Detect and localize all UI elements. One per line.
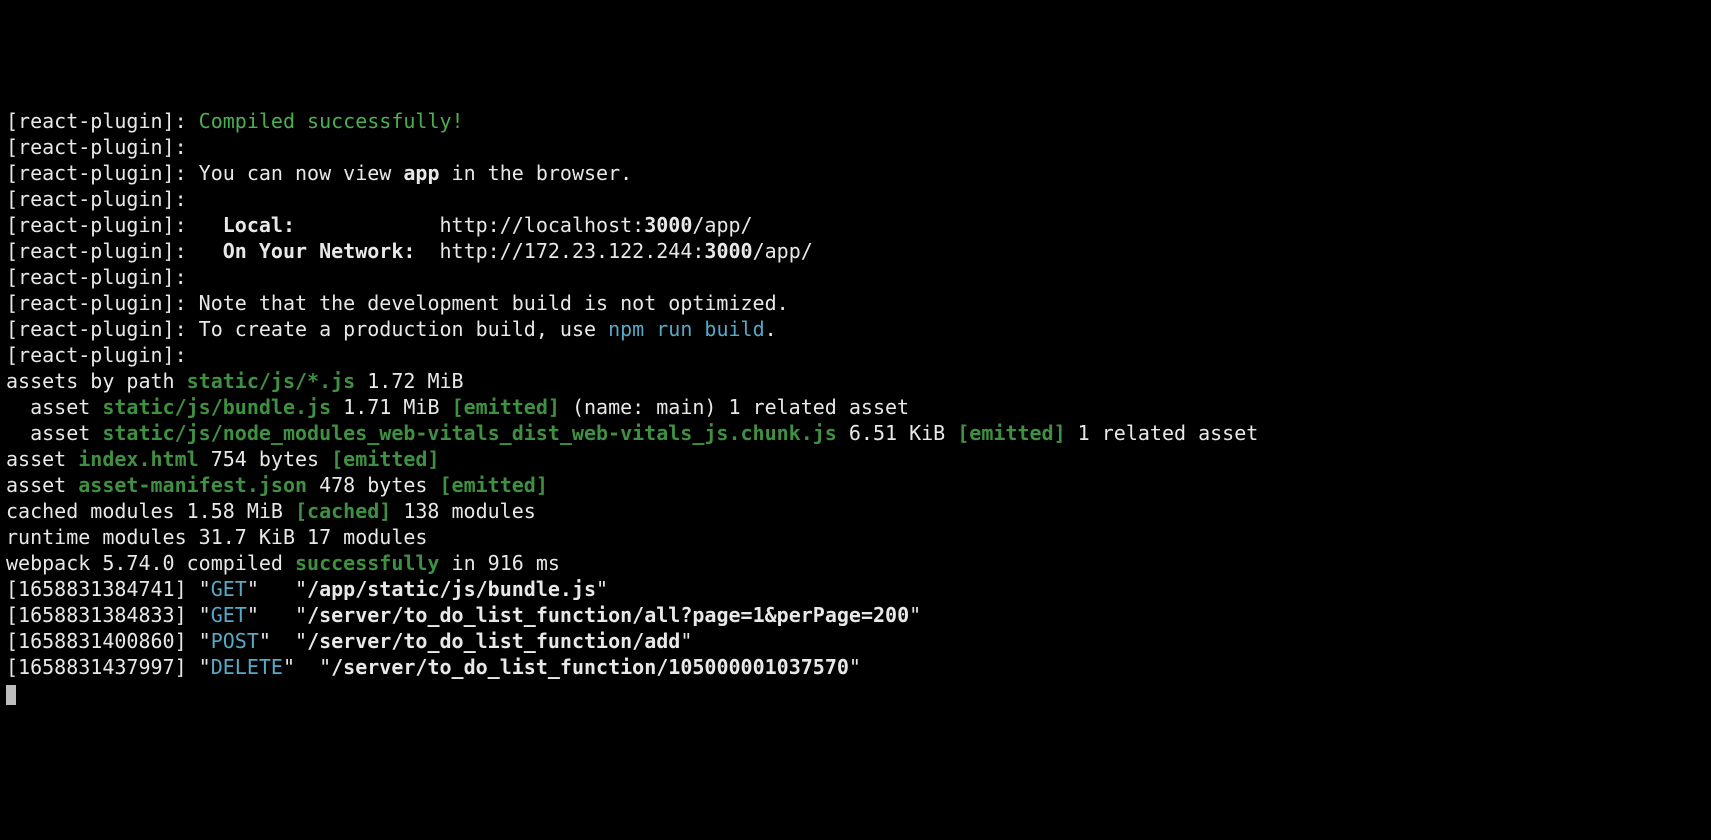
request-log-line: [1658831384833] "GET" "/server/to_do_lis… [6, 603, 921, 627]
log-line: [react-plugin]: You can now view app in … [6, 161, 632, 185]
log-line: assets by path static/js/*.js 1.72 MiB [6, 369, 464, 393]
log-line: [react-plugin]: On Your Network: http://… [6, 239, 813, 263]
terminal-output[interactable]: [react-plugin]: Compiled successfully! [… [6, 108, 1705, 706]
log-line: cached modules 1.58 MiB [cached] 138 mod… [6, 499, 536, 523]
cursor-icon [6, 685, 16, 705]
log-line: [react-plugin]: [6, 187, 187, 211]
log-line: [react-plugin]: To create a production b… [6, 317, 777, 341]
request-log-line: [1658831400860] "POST" "/server/to_do_li… [6, 629, 692, 653]
log-line: [react-plugin]: Local: http://localhost:… [6, 213, 753, 237]
log-line: [react-plugin]: Note that the developmen… [6, 291, 789, 315]
log-line: asset static/js/bundle.js 1.71 MiB [emit… [6, 395, 909, 419]
request-log-line: [1658831437997] "DELETE" "/server/to_do_… [6, 655, 861, 679]
log-line: runtime modules 31.7 KiB 17 modules [6, 525, 427, 549]
log-line: [react-plugin]: [6, 265, 187, 289]
log-line: webpack 5.74.0 compiled successfully in … [6, 551, 560, 575]
log-line: asset static/js/node_modules_web-vitals_… [6, 421, 1258, 445]
log-line: [react-plugin]: [6, 135, 187, 159]
log-line: asset asset-manifest.json 478 bytes [emi… [6, 473, 548, 497]
log-line: [react-plugin]: Compiled successfully! [6, 109, 464, 133]
log-line: asset index.html 754 bytes [emitted] [6, 447, 440, 471]
request-log-line: [1658831384741] "GET" "/app/static/js/bu… [6, 577, 608, 601]
log-line: [react-plugin]: [6, 343, 187, 367]
